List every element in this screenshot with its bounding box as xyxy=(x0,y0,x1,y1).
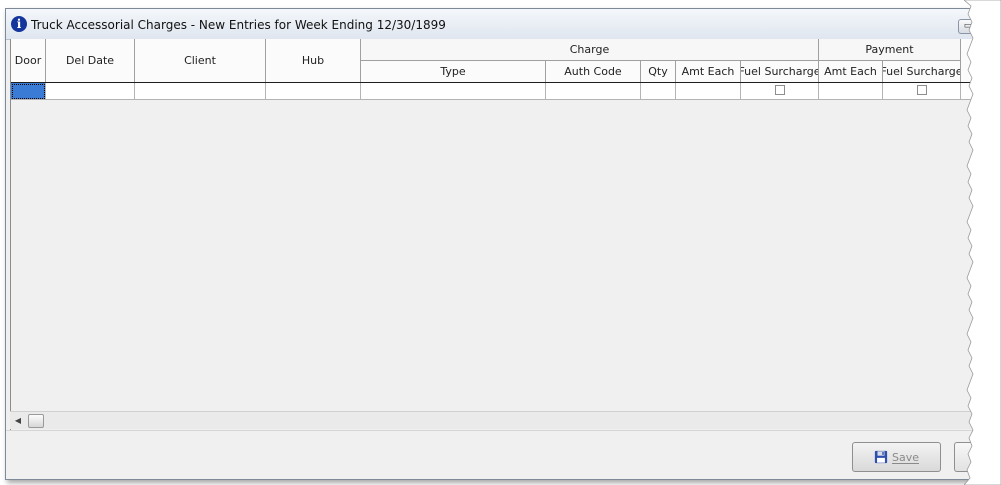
cell-payment-fuel-surcharge xyxy=(883,83,961,100)
column-group-charge: Charge xyxy=(361,39,819,61)
cell-auth-code[interactable] xyxy=(546,83,641,100)
window-title: Truck Accessorial Charges - New Entries … xyxy=(31,18,446,32)
cell-door[interactable] xyxy=(11,83,46,100)
column-group-payment: Payment xyxy=(819,39,961,61)
charges-grid: Door Del Date Client Hub Charge Type Aut… xyxy=(10,39,981,432)
cell-del-date[interactable] xyxy=(46,83,135,100)
payment-fuel-surcharge-checkbox[interactable] xyxy=(916,85,927,95)
cell-hub[interactable] xyxy=(266,83,361,100)
column-header-payment-amt-each[interactable]: Amt Each xyxy=(819,61,883,83)
cell-qty[interactable] xyxy=(641,83,676,100)
floppy-disk-icon xyxy=(874,450,888,464)
scroll-thumb[interactable] xyxy=(28,414,44,428)
footer-bar: Save xyxy=(6,430,981,479)
cell-type[interactable] xyxy=(361,83,546,100)
horizontal-scrollbar[interactable]: ◀ xyxy=(10,411,981,429)
column-header-del-date[interactable]: Del Date xyxy=(46,39,135,83)
info-icon: i xyxy=(11,16,27,32)
title-bar: i Truck Accessorial Charges - New Entrie… xyxy=(6,9,981,40)
column-header-client[interactable]: Client xyxy=(135,39,266,83)
cell-client[interactable] xyxy=(135,83,266,100)
cell-charge-fuel-surcharge xyxy=(741,83,819,100)
column-header-charge-fuel-surcharge[interactable]: Fuel Surcharge xyxy=(741,61,819,83)
save-button[interactable]: Save xyxy=(852,442,941,472)
column-header-payment-fuel-surcharge[interactable]: Fuel Surcharge xyxy=(883,61,961,83)
cell-payment-amt-each[interactable] xyxy=(819,83,883,100)
cell-charge-amt-each[interactable] xyxy=(676,83,741,100)
torn-edge-decoration xyxy=(964,0,1001,485)
accessorial-charges-window: i Truck Accessorial Charges - New Entrie… xyxy=(5,8,982,480)
save-button-label: Save xyxy=(891,450,919,464)
column-header-type[interactable]: Type xyxy=(361,61,546,83)
column-header-auth-code[interactable]: Auth Code xyxy=(546,61,641,83)
arrow-left-icon[interactable]: ◀ xyxy=(12,415,24,427)
column-header-hub[interactable]: Hub xyxy=(266,39,361,83)
column-header-qty[interactable]: Qty xyxy=(641,61,676,83)
charge-fuel-surcharge-checkbox[interactable] xyxy=(774,85,785,95)
column-header-charge-amt-each[interactable]: Amt Each xyxy=(676,61,741,83)
column-header-door[interactable]: Door xyxy=(11,39,46,83)
